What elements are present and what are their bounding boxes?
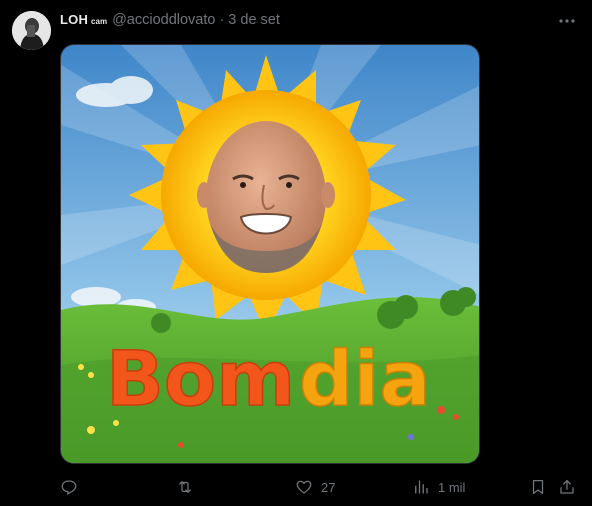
share-button[interactable] <box>558 476 576 498</box>
views-count: 1 mil <box>438 479 466 495</box>
views-icon <box>415 480 428 494</box>
like-count: 27 <box>321 479 336 495</box>
repost-icon <box>179 481 191 493</box>
more-button[interactable] <box>556 10 578 32</box>
post-image[interactable]: Bom dia <box>60 44 480 464</box>
views-button[interactable]: 1 mil <box>412 476 465 498</box>
more-icon <box>559 19 575 23</box>
dia-text: dia <box>299 334 431 423</box>
bom-text: Bom <box>106 334 295 423</box>
post-actions-bar: 27 1 mil <box>60 476 580 498</box>
repost-button[interactable] <box>176 476 202 498</box>
user-handle[interactable]: @accioddlovato <box>112 12 215 28</box>
teletubbies-sun-illustration: Bom dia <box>61 45 479 463</box>
reply-icon <box>61 480 77 495</box>
avatar-photo-icon <box>12 11 51 50</box>
like-button[interactable]: 27 <box>295 476 335 498</box>
bookmark-button[interactable] <box>529 476 547 498</box>
avatar[interactable] <box>12 11 51 50</box>
bookmark-icon <box>532 479 544 495</box>
display-name[interactable]: LOH <box>60 12 88 27</box>
header-separator: · <box>219 12 225 28</box>
post-header: LOH cam @accioddlovato · 3 de set <box>60 12 280 30</box>
share-icon <box>560 479 574 494</box>
heart-icon <box>296 480 312 494</box>
post-timestamp[interactable]: 3 de set <box>228 12 280 28</box>
display-name-superscript: cam <box>91 17 108 26</box>
reply-button[interactable] <box>60 476 86 498</box>
